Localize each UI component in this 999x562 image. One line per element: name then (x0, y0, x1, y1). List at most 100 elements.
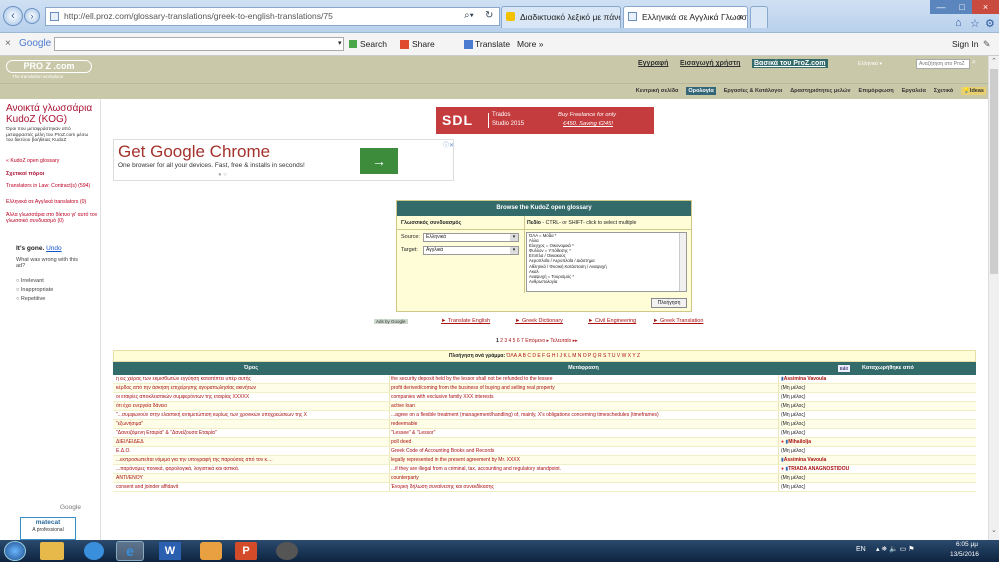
ad-undo-link[interactable]: Undo (46, 245, 62, 252)
gear-icon[interactable]: ⚙ (985, 17, 995, 30)
basics-link[interactable]: Βασικά του ProZ.com (752, 59, 828, 68)
forward-button[interactable]: › (24, 8, 40, 24)
toolbar-search-button[interactable]: Search (360, 33, 387, 55)
search-dropdown-icon[interactable]: ▾ (338, 33, 342, 55)
nav-activities[interactable]: Δραστηριότητες μελών (790, 88, 850, 94)
media-player-icon[interactable] (84, 542, 104, 560)
tab-active[interactable]: Ελληνικά σε Αγγλικά Γλωσσ... × (623, 6, 748, 28)
nav-terminology[interactable]: Ορολογία (686, 87, 716, 95)
term-link[interactable]: "Δανειζόμενη Εταιρία" & "Δανείζουσα Εται… (116, 429, 386, 437)
tab-inactive[interactable]: Διαδικτυακό λεξικό με πάνω α... (501, 6, 621, 28)
nav-ideas[interactable]: 💡Ideas (961, 87, 986, 95)
nav-tools[interactable]: Εργαλεία (902, 88, 926, 94)
powerpoint-icon[interactable]: P (235, 542, 257, 560)
ad-arrow-button[interactable]: → (360, 148, 398, 174)
term-link[interactable]: ...εκπροσωπείται νόμιμα για την υπογραφή… (116, 456, 386, 464)
edit-badge[interactable]: Edit (838, 365, 850, 372)
term-link[interactable]: ...παράνομες ποινικά, φορολογικά, λογιστ… (116, 465, 386, 473)
clock-date[interactable]: 13/5/2016 (950, 551, 979, 558)
wrench-icon[interactable]: ✎ (983, 33, 991, 55)
related-link-law[interactable]: Translators in Law: Contract(s) (594) (6, 183, 100, 189)
term-link[interactable]: ΔΙΕΙΛΕΙΔΕΔ (116, 438, 386, 446)
term-link[interactable]: Ε.Δ.Ο. (116, 447, 386, 455)
tray-icons[interactable]: ▴ ⛯ 🔈 ▭ ⚑ (876, 545, 915, 554)
proz-logo[interactable]: PRO Z .com (6, 60, 92, 73)
nav-jobs[interactable]: Εργασίες & Κατάλογοι (724, 88, 783, 94)
term-link[interactable]: "εξωνήσιμα" (116, 420, 386, 428)
term-link[interactable]: η εις χείρας των εκμισθωτών εγγύηση κατα… (116, 375, 386, 383)
register-link[interactable]: Εγγραφή (638, 60, 668, 67)
nav-training[interactable]: Επιμόρφωση (859, 88, 894, 94)
ad-link-civil-engineering[interactable]: ► Civil Engineering (588, 317, 636, 326)
back-button[interactable]: ‹ (3, 6, 23, 26)
word-icon[interactable]: W (159, 542, 181, 560)
last-page-link[interactable]: Τελευταίο ▸▸ (550, 338, 577, 344)
site-search-input[interactable] (916, 59, 970, 69)
member-link[interactable]: Mihailolja (788, 439, 811, 445)
new-tab-button[interactable] (750, 6, 768, 28)
ad-link-greek-dictionary[interactable]: ► Greek Dictionary (515, 317, 563, 326)
scroll-up-icon[interactable]: ⌃ (991, 57, 997, 65)
close-window-button[interactable]: × (972, 0, 999, 14)
field-multiselect[interactable]: ΌΛΑ = Μόδα * Άλλα Ελεγχος = Οικονομικά *… (526, 232, 687, 292)
member-link[interactable]: TRIADA ANAGNOSTIDOU (788, 466, 849, 472)
alpha-nav-letters[interactable]: ΌΛΑ A B C D E F G H I J K L M N O P Q R … (507, 353, 641, 359)
member-link[interactable]: Assimina Vavoula (784, 376, 827, 382)
related-link-glossaries[interactable]: Άλλα γλωσσάρια στο δίκτυο γι' αυτό τον γ… (6, 212, 100, 224)
nav-home[interactable]: Κεντρική σελίδα (636, 88, 679, 94)
toolbar-translate-button[interactable]: Translate (475, 33, 510, 55)
refresh-icon[interactable]: ↻ (485, 10, 493, 21)
source-select[interactable]: Ελληνικά ▾ (423, 233, 519, 242)
toolbar-share-button[interactable]: Share (412, 33, 435, 55)
maximize-button[interactable]: □ (952, 0, 972, 14)
app-icon[interactable] (276, 542, 298, 560)
address-bar[interactable]: http://ell.proz.com/glossary-translation… (45, 7, 500, 26)
start-button[interactable] (4, 541, 26, 561)
term-link[interactable]: κέρδος από την άσκηση επιχείρησης αγοραπ… (116, 384, 386, 392)
browse-submit-button[interactable]: Πλοήγηση (651, 298, 687, 308)
list-scrollbar[interactable] (679, 233, 686, 291)
term-link[interactable]: ότι έχει ενεργεία δάνειο (116, 402, 386, 410)
site-search-icon[interactable]: ⌕ (972, 59, 976, 67)
matecat-ad[interactable]: matecat A professional (20, 517, 76, 540)
next-page-link[interactable]: Επόμενο ▸ (525, 338, 549, 344)
field-option[interactable]: Ανθρωπολογία (529, 279, 686, 284)
toolbar-signin-button[interactable]: Sign In (952, 33, 978, 55)
scrollbar-thumb[interactable] (990, 69, 998, 274)
login-link[interactable]: Εισαγωγή χρήστη (680, 60, 740, 67)
target-select[interactable]: Αγγλικά ▾ (423, 246, 519, 255)
favorites-star-icon[interactable]: ☆ (970, 17, 980, 30)
ie-icon[interactable]: e (116, 541, 144, 561)
home-icon[interactable]: ⌂ (955, 17, 962, 29)
language-indicator[interactable]: EN (856, 546, 866, 553)
language-select[interactable]: Ελληνικά ▾ (858, 61, 882, 67)
term-link[interactable]: ΑΝΤΙ/ΕΝΟΥ (116, 474, 386, 482)
carousel-dots[interactable]: ● ○ (218, 172, 227, 178)
term-link[interactable]: οι εταιρίες αποκλειστικών συμφερόντων τη… (116, 393, 386, 401)
term-link[interactable]: "...συμφωνούν στην ελαστική αντιμετώπιση… (116, 411, 386, 419)
ads-by-google-badge[interactable]: Ads by Google (374, 319, 408, 324)
member-link[interactable]: Assimina Vavoula (784, 457, 827, 463)
chrome-ad[interactable]: Get Google Chrome One browser for all yo… (113, 139, 454, 181)
explorer-icon[interactable] (40, 542, 64, 560)
search-icon[interactable]: ⌕▾ (464, 10, 474, 21)
scroll-down-icon[interactable]: ⌄ (991, 526, 997, 534)
close-toolbar-icon[interactable]: × (5, 33, 11, 55)
page-scrollbar[interactable]: ⌃ ⌄ (988, 56, 999, 540)
ad-option-inappropriate[interactable]: ○ Inappropriate (16, 286, 53, 295)
kudoz-glossary-link[interactable]: « KudoZ open glossary (6, 158, 59, 164)
sdl-banner-ad[interactable]: SDL Trados Studio 2015 Buy Freelance for… (436, 107, 654, 134)
ad-link-translate-english[interactable]: ► Translate English (441, 317, 490, 326)
term-link[interactable]: consent and joinder affidavit (116, 483, 386, 491)
clock-time[interactable]: 6:05 μμ (956, 541, 978, 548)
ad-option-irrelevant[interactable]: ○ Irrelevant (16, 277, 53, 286)
nav-about[interactable]: Σχετικά (934, 88, 953, 94)
minimize-button[interactable]: — (930, 0, 952, 14)
toolbar-more-button[interactable]: More » (517, 33, 543, 55)
ad-option-repetitive[interactable]: ○ Repetitive (16, 295, 53, 304)
related-link-translators[interactable]: Ελληνικά σε Αγγλικά translators (0) (6, 199, 100, 205)
folder-icon[interactable] (200, 542, 222, 560)
adchoices-icon[interactable]: ⓘ✕ (443, 140, 454, 149)
toolbar-search-input[interactable] (54, 37, 344, 51)
page-links[interactable]: 2 3 4 5 6 7 (500, 338, 524, 344)
